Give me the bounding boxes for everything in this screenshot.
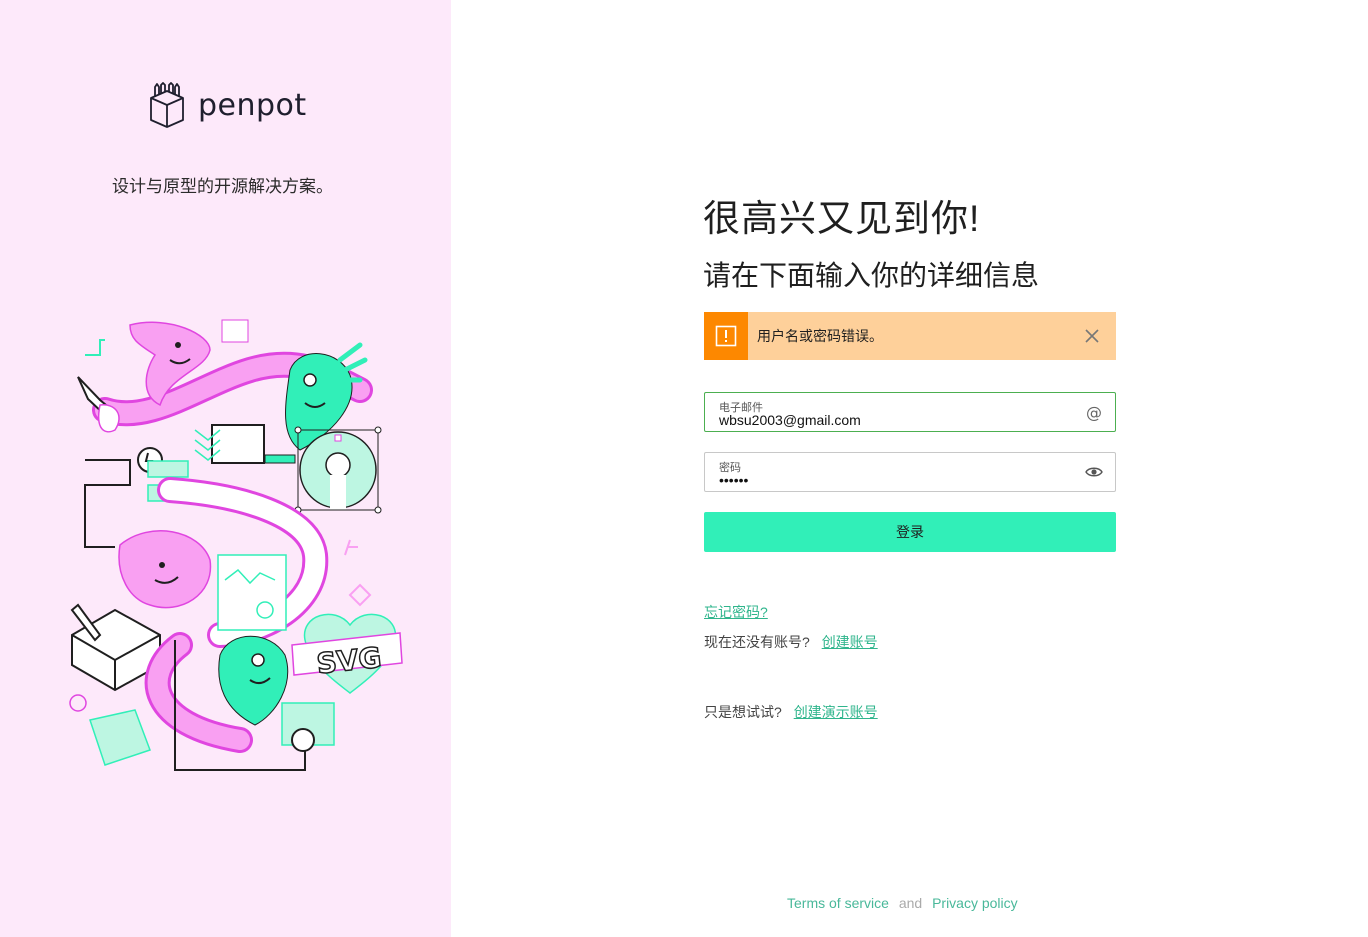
password-field[interactable]: 密码 (704, 452, 1116, 492)
login-button[interactable]: 登录 (704, 512, 1116, 552)
create-account-link[interactable]: 创建账号 (822, 634, 878, 650)
demo-row: 只是想试试? 创建演示账号 (704, 702, 878, 722)
no-account-text: 现在还没有账号? (704, 634, 810, 650)
warning-icon (704, 312, 748, 360)
brand-name: penpot (198, 87, 307, 123)
terms-link[interactable]: Terms of service (787, 895, 889, 911)
penpot-logo: penpot (148, 82, 307, 128)
just-try-text: 只是想试试? (704, 704, 782, 720)
svg-text:@: @ (1086, 403, 1102, 421)
email-field[interactable]: 电子邮件 @ (704, 392, 1116, 432)
at-sign-icon: @ (1086, 403, 1102, 421)
forgot-password-link[interactable]: 忘记密码? (704, 604, 768, 620)
eye-icon[interactable] (1085, 463, 1103, 481)
alert-message: 用户名或密码错误。 (757, 328, 883, 344)
hero-illustration: SVG (69, 319, 403, 771)
close-icon[interactable] (1082, 326, 1102, 346)
forgot-password-row: 忘记密码? (704, 602, 768, 622)
login-heading: 很高兴又见到你! (703, 198, 981, 239)
privacy-link[interactable]: Privacy policy (932, 895, 1018, 911)
penpot-logo-icon (150, 82, 184, 128)
error-alert: 用户名或密码错误。 (704, 312, 1116, 360)
password-input[interactable] (719, 471, 1069, 489)
register-row: 现在还没有账号? 创建账号 (704, 632, 878, 652)
left-panel: penpot 设计与原型的开源解决方案。 SVG (0, 0, 451, 937)
svg-badge-text: SVG (315, 641, 383, 681)
create-demo-link[interactable]: 创建演示账号 (794, 704, 878, 720)
email-input[interactable] (719, 411, 1069, 429)
footer-and: and (898, 895, 923, 911)
login-subheading: 请在下面输入你的详细信息 (703, 260, 1040, 291)
footer: Terms of service and Privacy policy (787, 895, 1018, 911)
brand-tagline: 设计与原型的开源解决方案。 (112, 177, 333, 196)
